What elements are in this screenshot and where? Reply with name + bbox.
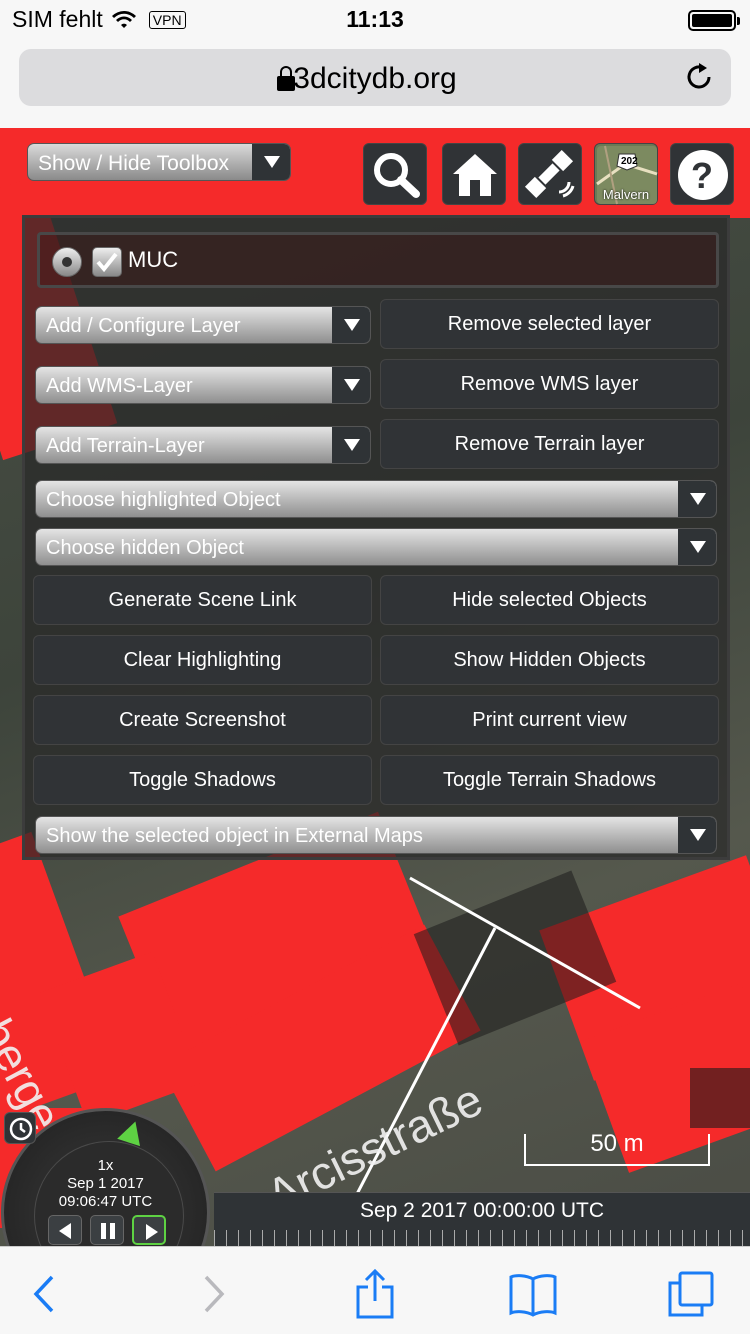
base-layer-label: Malvern	[602, 187, 650, 202]
base-layer-picker-button[interactable]: 202 Malvern	[594, 143, 658, 205]
battery-icon	[688, 10, 740, 31]
scene-mode-button[interactable]	[518, 143, 582, 205]
remove-terrain-button[interactable]: Remove Terrain layer	[380, 419, 719, 469]
chevron-down-icon[interactable]	[252, 144, 290, 180]
home-button[interactable]	[442, 143, 506, 205]
external-maps-select[interactable]: Show the selected object in External Map…	[35, 816, 717, 854]
bookmarks-icon[interactable]	[508, 1269, 558, 1319]
hidden-object-select[interactable]: Choose hidden Object	[35, 528, 717, 566]
layer-visible-checkbox[interactable]	[92, 247, 122, 277]
generate-scene-link-button[interactable]: Generate Scene Link	[33, 575, 372, 625]
add-terrain-label: Add Terrain-Layer	[46, 435, 205, 457]
browser-toolbar	[0, 1246, 750, 1334]
geocoder-button[interactable]	[363, 143, 427, 205]
pause-button[interactable]	[90, 1215, 124, 1245]
timeline[interactable]: Sep 2 2017 00:00:00 UTC	[214, 1192, 750, 1246]
help-button[interactable]: ?	[670, 143, 734, 205]
play-reverse-button[interactable]	[48, 1215, 82, 1245]
animation-time: 09:06:47 UTC	[58, 1193, 153, 1210]
external-maps-label: Show the selected object in External Map…	[46, 825, 423, 847]
chevron-down-icon[interactable]	[678, 529, 716, 565]
clock-time: 11:13	[346, 6, 404, 32]
toggle-shadows-button[interactable]: Toggle Shadows	[33, 755, 372, 805]
remove-wms-button[interactable]: Remove WMS layer	[380, 359, 719, 409]
hidden-object-label: Choose hidden Object	[46, 537, 244, 559]
timeline-label: Sep 2 2017 00:00:00 UTC	[359, 1199, 604, 1222]
highlighted-object-select[interactable]: Choose highlighted Object	[35, 480, 717, 518]
create-screenshot-button[interactable]: Create Screenshot	[33, 695, 372, 745]
distance-legend: 50 m	[524, 1130, 710, 1166]
play-icon	[146, 1224, 158, 1240]
add-layer-label: Add / Configure Layer	[46, 315, 241, 337]
play-reverse-icon	[59, 1223, 71, 1239]
chevron-down-icon[interactable]	[678, 481, 716, 517]
status-bar: SIM fehlt VPN 11:13	[0, 0, 750, 40]
scale-label: 50 m	[590, 1130, 644, 1157]
checkmark-icon	[96, 252, 118, 273]
toolbox-panel: MUC Add / Configure Layer Remove selecte…	[22, 215, 730, 860]
layer-list-item[interactable]: MUC	[37, 232, 719, 288]
clear-highlighting-button[interactable]: Clear Highlighting	[33, 635, 372, 685]
forward-icon[interactable]	[188, 1269, 238, 1319]
clock-icon[interactable]	[4, 1112, 36, 1144]
address-bar-area: 3dcitydb.org	[0, 40, 750, 128]
animation-date: Sep 1 2017	[67, 1175, 144, 1192]
share-icon[interactable]	[350, 1269, 400, 1319]
tabs-icon[interactable]	[666, 1269, 716, 1319]
remove-layer-button[interactable]: Remove selected layer	[380, 299, 719, 349]
print-view-button[interactable]: Print current view	[380, 695, 719, 745]
add-terrain-select[interactable]: Add Terrain-Layer	[35, 426, 371, 464]
pause-icon	[101, 1223, 115, 1239]
toggle-terrain-shadows-button[interactable]: Toggle Terrain Shadows	[380, 755, 719, 805]
reload-icon[interactable]	[683, 61, 715, 93]
satellite-icon	[524, 149, 575, 199]
hide-selected-button[interactable]: Hide selected Objects	[380, 575, 719, 625]
layer-name: MUC	[128, 247, 179, 272]
show-hidden-button[interactable]: Show Hidden Objects	[380, 635, 719, 685]
add-wms-label: Add WMS-Layer	[46, 375, 193, 397]
address-bar[interactable]: 3dcitydb.org	[19, 49, 731, 106]
home-icon	[453, 154, 497, 196]
highlighted-object-label: Choose highlighted Object	[46, 489, 281, 511]
timeline-ticks	[214, 1230, 750, 1246]
url-domain[interactable]: 3dcitydb.org	[19, 62, 731, 96]
toolbox-toggle-label: Show / Hide Toolbox	[38, 152, 230, 175]
chevron-down-icon[interactable]	[332, 427, 370, 463]
help-symbol: ?	[691, 155, 713, 196]
route-shield-text: 202	[621, 156, 638, 167]
layer-active-radio[interactable]	[52, 247, 82, 277]
animation-speed: 1x	[97, 1157, 114, 1174]
play-button[interactable]	[132, 1215, 166, 1245]
search-icon	[374, 153, 420, 198]
add-layer-select[interactable]: Add / Configure Layer	[35, 306, 371, 344]
back-icon[interactable]	[20, 1269, 70, 1319]
chevron-down-icon[interactable]	[332, 307, 370, 343]
add-wms-select[interactable]: Add WMS-Layer	[35, 366, 371, 404]
chevron-down-icon[interactable]	[332, 367, 370, 403]
toolbox-toggle-select[interactable]: Show / Hide Toolbox	[27, 143, 291, 181]
chevron-down-icon[interactable]	[678, 817, 716, 853]
